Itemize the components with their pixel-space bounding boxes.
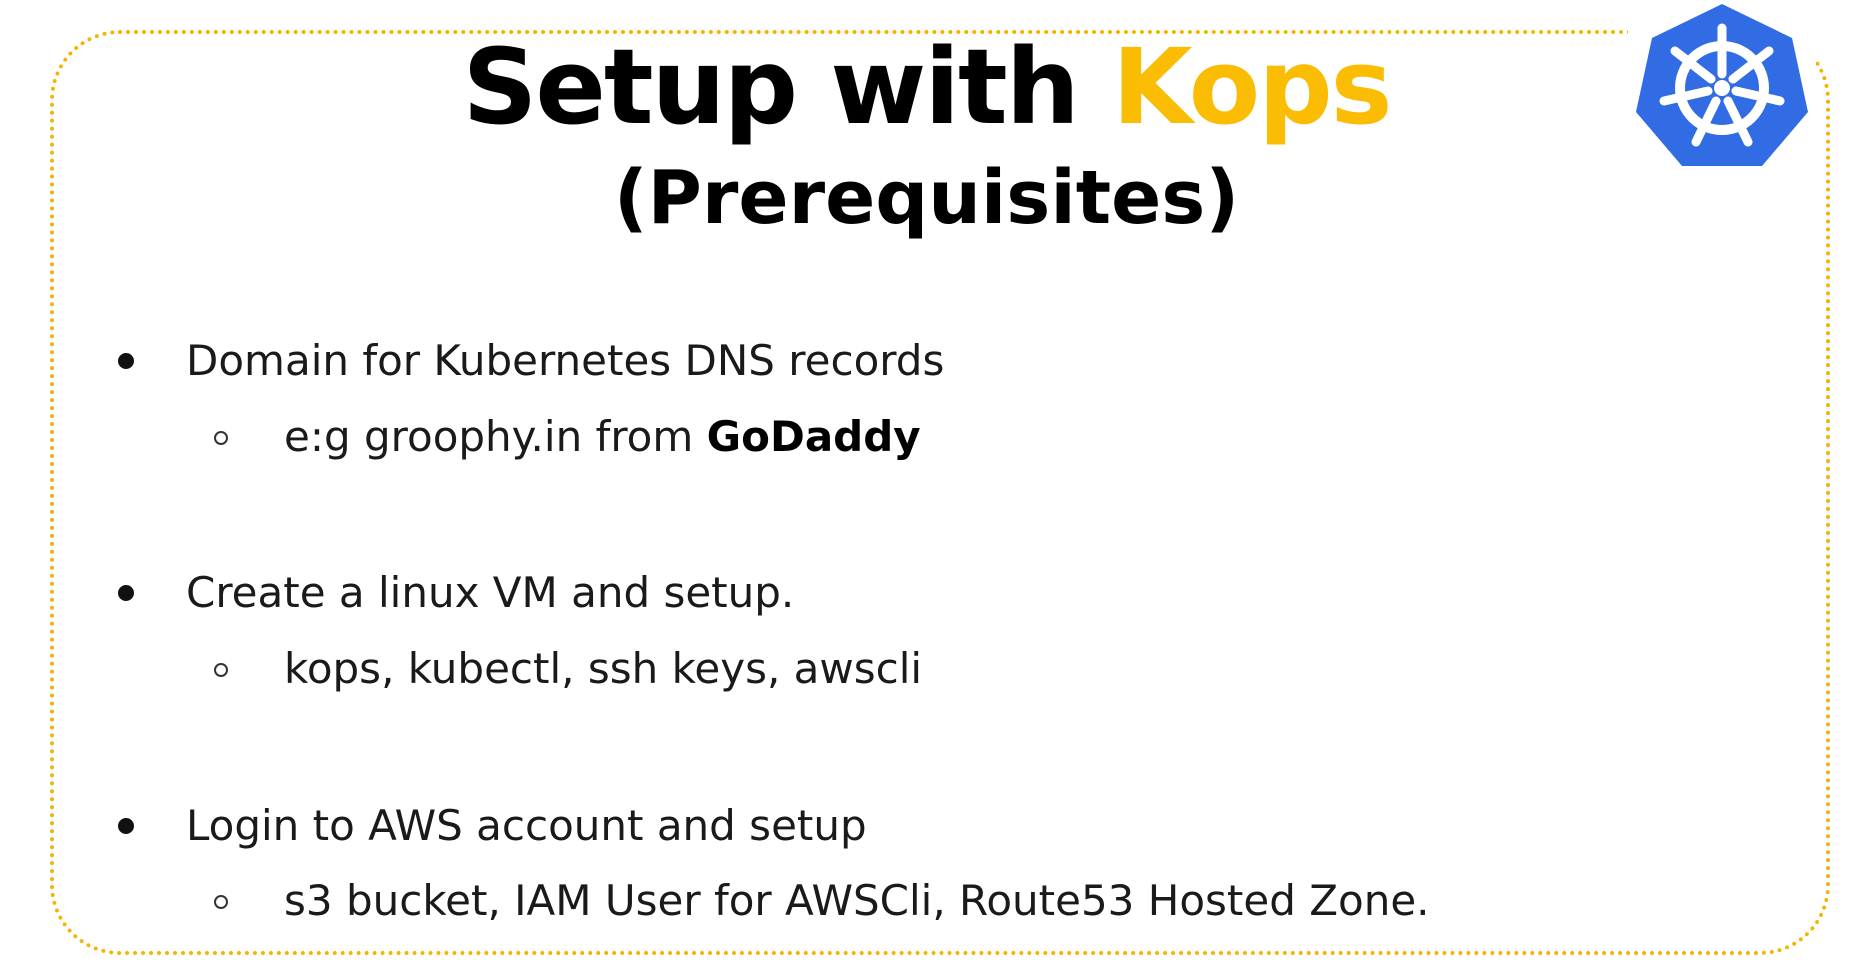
sub-bullet-item: kops, kubectl, ssh keys, awscli — [284, 644, 923, 693]
page-title: Setup with Kops — [0, 30, 1853, 144]
bullet-item: Login to AWS account and setup — [186, 801, 867, 850]
sub-bullet-circle — [214, 431, 228, 445]
bullet-item: Domain for Kubernetes DNS records — [186, 336, 945, 385]
sub-bullet-circle — [214, 663, 228, 677]
sub-bullet-item: s3 bucket, IAM User for AWSCli, Route53 … — [284, 876, 1430, 925]
bullet-dot — [118, 353, 134, 369]
sub-bullet-text: e:g groophy.in from — [284, 412, 707, 461]
bullet-dot — [118, 585, 134, 601]
title-main: Setup with — [462, 26, 1112, 148]
bullet-item: Create a linux VM and setup. — [186, 568, 795, 617]
page-subtitle: (Prerequisites) — [613, 155, 1240, 241]
bullet-dot — [118, 818, 134, 834]
sub-bullet-circle — [214, 895, 228, 909]
sub-bullet-item: e:g groophy.in from GoDaddy — [284, 416, 921, 458]
godaddy-label: GoDaddy — [706, 412, 921, 461]
title-accent: Kops — [1111, 26, 1393, 148]
